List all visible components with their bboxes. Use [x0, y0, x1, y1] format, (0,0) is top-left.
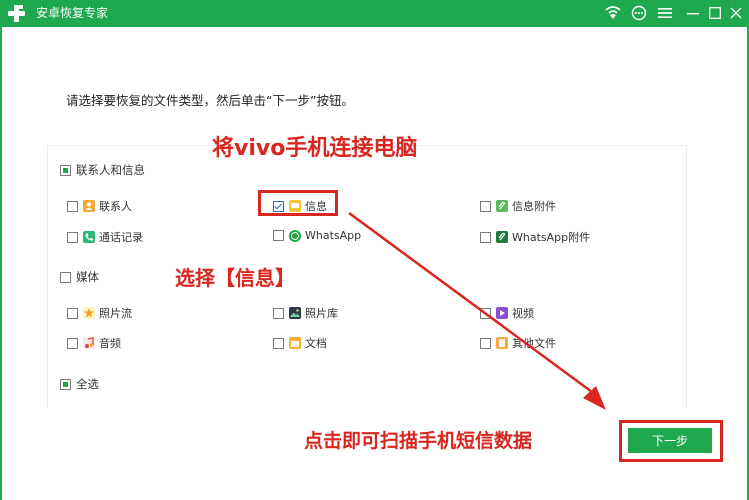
- option-label: 其他文件: [512, 337, 556, 350]
- audio-icon: [83, 337, 95, 349]
- attachment-icon: [496, 200, 508, 212]
- video-icon: [496, 307, 508, 319]
- minimize-icon[interactable]: [684, 4, 702, 22]
- highlight-messages-box: [258, 190, 338, 216]
- file-type-panel: [47, 145, 687, 408]
- option-whatsapp-attachments[interactable]: WhatsApp附件: [480, 229, 590, 245]
- section-media[interactable]: 媒体: [60, 269, 99, 285]
- option-other-files[interactable]: 其他文件: [480, 335, 556, 351]
- checkbox[interactable]: [480, 231, 491, 243]
- checkbox[interactable]: [67, 200, 78, 212]
- option-label: WhatsApp: [305, 229, 362, 242]
- checkbox[interactable]: [67, 307, 78, 319]
- window-title: 安卓恢复专家: [36, 6, 109, 20]
- select-all-label: 全选: [76, 377, 99, 391]
- select-all[interactable]: 全选: [60, 376, 99, 392]
- option-label: 视频: [512, 307, 534, 320]
- other-files-icon: [496, 337, 508, 349]
- option-label: 联系人: [99, 200, 132, 213]
- section-label: 联系人和信息: [76, 163, 145, 177]
- checkbox[interactable]: [273, 337, 284, 349]
- checkbox[interactable]: [60, 378, 71, 390]
- option-audio[interactable]: 音频: [67, 335, 121, 351]
- checkbox[interactable]: [60, 271, 71, 283]
- contacts-icon: [83, 200, 95, 212]
- option-label: 信息附件: [512, 200, 556, 213]
- section-label: 媒体: [76, 270, 99, 284]
- checkbox[interactable]: [480, 307, 491, 319]
- option-video[interactable]: 视频: [480, 305, 534, 321]
- option-label: 照片流: [99, 307, 132, 320]
- annotation-click: 点击即可扫描手机短信数据: [304, 430, 533, 452]
- checkbox[interactable]: [67, 337, 78, 349]
- checkbox[interactable]: [480, 337, 491, 349]
- maximize-icon[interactable]: [706, 4, 724, 22]
- option-call-log[interactable]: 通话记录: [67, 229, 143, 245]
- phone-icon: [83, 231, 95, 243]
- document-icon: [289, 337, 301, 349]
- next-button[interactable]: 下一步: [628, 428, 712, 453]
- option-photo-stream[interactable]: 照片流: [67, 305, 132, 321]
- checkbox[interactable]: [480, 200, 491, 212]
- option-label: 通话记录: [99, 231, 143, 244]
- photo-library-icon: [289, 307, 301, 319]
- option-label: 文档: [305, 337, 327, 350]
- instruction-text: 请选择要恢复的文件类型，然后单击“下一步”按钮。: [66, 93, 354, 108]
- window-border-left: [0, 27, 2, 500]
- whatsapp-attachment-icon: [496, 231, 508, 243]
- whatsapp-icon: [289, 229, 301, 242]
- option-label: 照片库: [305, 307, 338, 320]
- checkbox[interactable]: [273, 230, 284, 241]
- close-icon[interactable]: [727, 4, 745, 22]
- option-label: 音频: [99, 337, 121, 350]
- section-contacts-messages[interactable]: 联系人和信息: [60, 162, 145, 178]
- wifi-icon[interactable]: [604, 4, 622, 22]
- option-message-attachments[interactable]: 信息附件: [480, 198, 556, 214]
- annotation-select: 选择【信息】: [175, 266, 295, 290]
- menu-icon[interactable]: [656, 4, 674, 22]
- option-contacts[interactable]: 联系人: [67, 198, 132, 214]
- photo-stream-icon: [83, 307, 95, 319]
- option-whatsapp[interactable]: WhatsApp: [273, 229, 361, 242]
- option-label: WhatsApp附件: [512, 231, 591, 244]
- option-photo-library[interactable]: 照片库: [273, 305, 338, 321]
- title-bar: 安卓恢复专家: [0, 0, 749, 27]
- option-documents[interactable]: 文档: [273, 335, 327, 351]
- annotation-connect: 将vivo手机连接电脑: [212, 136, 418, 161]
- checkbox[interactable]: [60, 164, 71, 176]
- app-logo-icon: [8, 5, 25, 22]
- checkbox[interactable]: [273, 307, 284, 319]
- chat-icon[interactable]: [630, 4, 648, 22]
- checkbox[interactable]: [67, 231, 78, 243]
